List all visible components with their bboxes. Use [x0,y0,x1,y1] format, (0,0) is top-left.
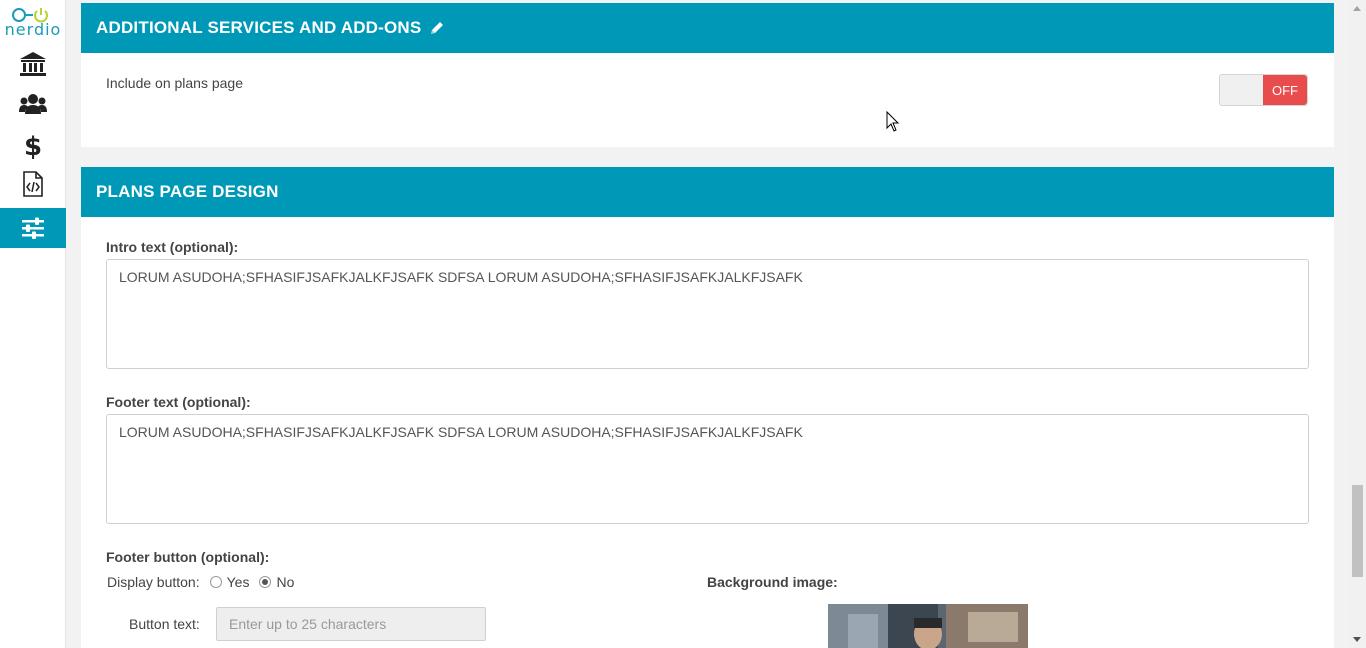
nerdio-logo[interactable]: nerdio [0,4,66,40]
display-button-label: Display button: [107,574,200,590]
design-section-header: PLANS PAGE DESIGN [81,167,1334,217]
design-section-title: PLANS PAGE DESIGN [96,182,279,201]
scroll-thumb[interactable] [1352,485,1363,577]
sidebar-item-billing[interactable]: $ [0,125,66,165]
pencil-icon[interactable] [429,20,445,36]
background-image-preview[interactable] [828,604,1028,648]
scroll-down-arrow-icon[interactable] [1353,637,1361,642]
bank-icon [20,52,46,76]
sidebar-item-users[interactable] [0,84,66,124]
radio-no[interactable] [259,576,272,588]
display-button-no-option[interactable]: No [259,574,294,590]
logo-text: nerdio [4,20,62,39]
include-on-plans-label: Include on plans page [106,75,243,91]
display-button-row: Display button: Yes No [107,574,294,590]
radio-no-label: No [276,574,295,590]
display-button-yes-option[interactable]: Yes [209,574,250,590]
addons-panel: Include on plans page OFF [81,53,1334,147]
users-icon [19,94,47,114]
sidebar-item-code[interactable] [0,164,66,204]
intro-text-label: Intro text (optional): [106,239,239,255]
button-text-input[interactable] [216,607,486,641]
footer-text-label: Footer text (optional): [106,394,251,410]
sliders-icon [22,217,44,239]
addons-section-title: ADDITIONAL SERVICES AND ADD-ONS [96,18,422,37]
radio-yes[interactable] [209,576,222,588]
main-content: ADDITIONAL SERVICES AND ADD-ONS Include … [81,3,1334,648]
footer-text-field[interactable]: LORUM ASUDOHA;SFHASIFJSAFKJALKFJSAFK SDF… [106,414,1309,524]
sidebar-item-accounts[interactable] [0,44,66,84]
radio-yes-label: Yes [226,574,250,590]
design-panel: Intro text (optional): LORUM ASUDOHA;SFH… [81,217,1334,648]
sidebar: nerdio $ [0,0,66,648]
mouse-cursor-icon [886,111,900,132]
toggle-state-label: OFF [1263,75,1307,105]
page-scrollbar[interactable] [1349,0,1366,648]
svg-text:$: $ [24,132,42,159]
button-text-label: Button text: [129,616,200,632]
scroll-up-arrow-icon[interactable] [1353,6,1361,11]
sidebar-item-settings[interactable] [0,208,66,248]
code-file-icon [23,171,43,197]
include-on-plans-toggle[interactable]: OFF [1219,74,1308,106]
dollar-icon: $ [24,132,42,159]
background-image-label: Background image: [707,574,838,590]
addons-section-header: ADDITIONAL SERVICES AND ADD-ONS [81,3,1334,53]
footer-button-label: Footer button (optional): [106,549,270,565]
intro-text-field[interactable]: LORUM ASUDOHA;SFHASIFJSAFKJALKFJSAFK SDF… [106,259,1309,369]
